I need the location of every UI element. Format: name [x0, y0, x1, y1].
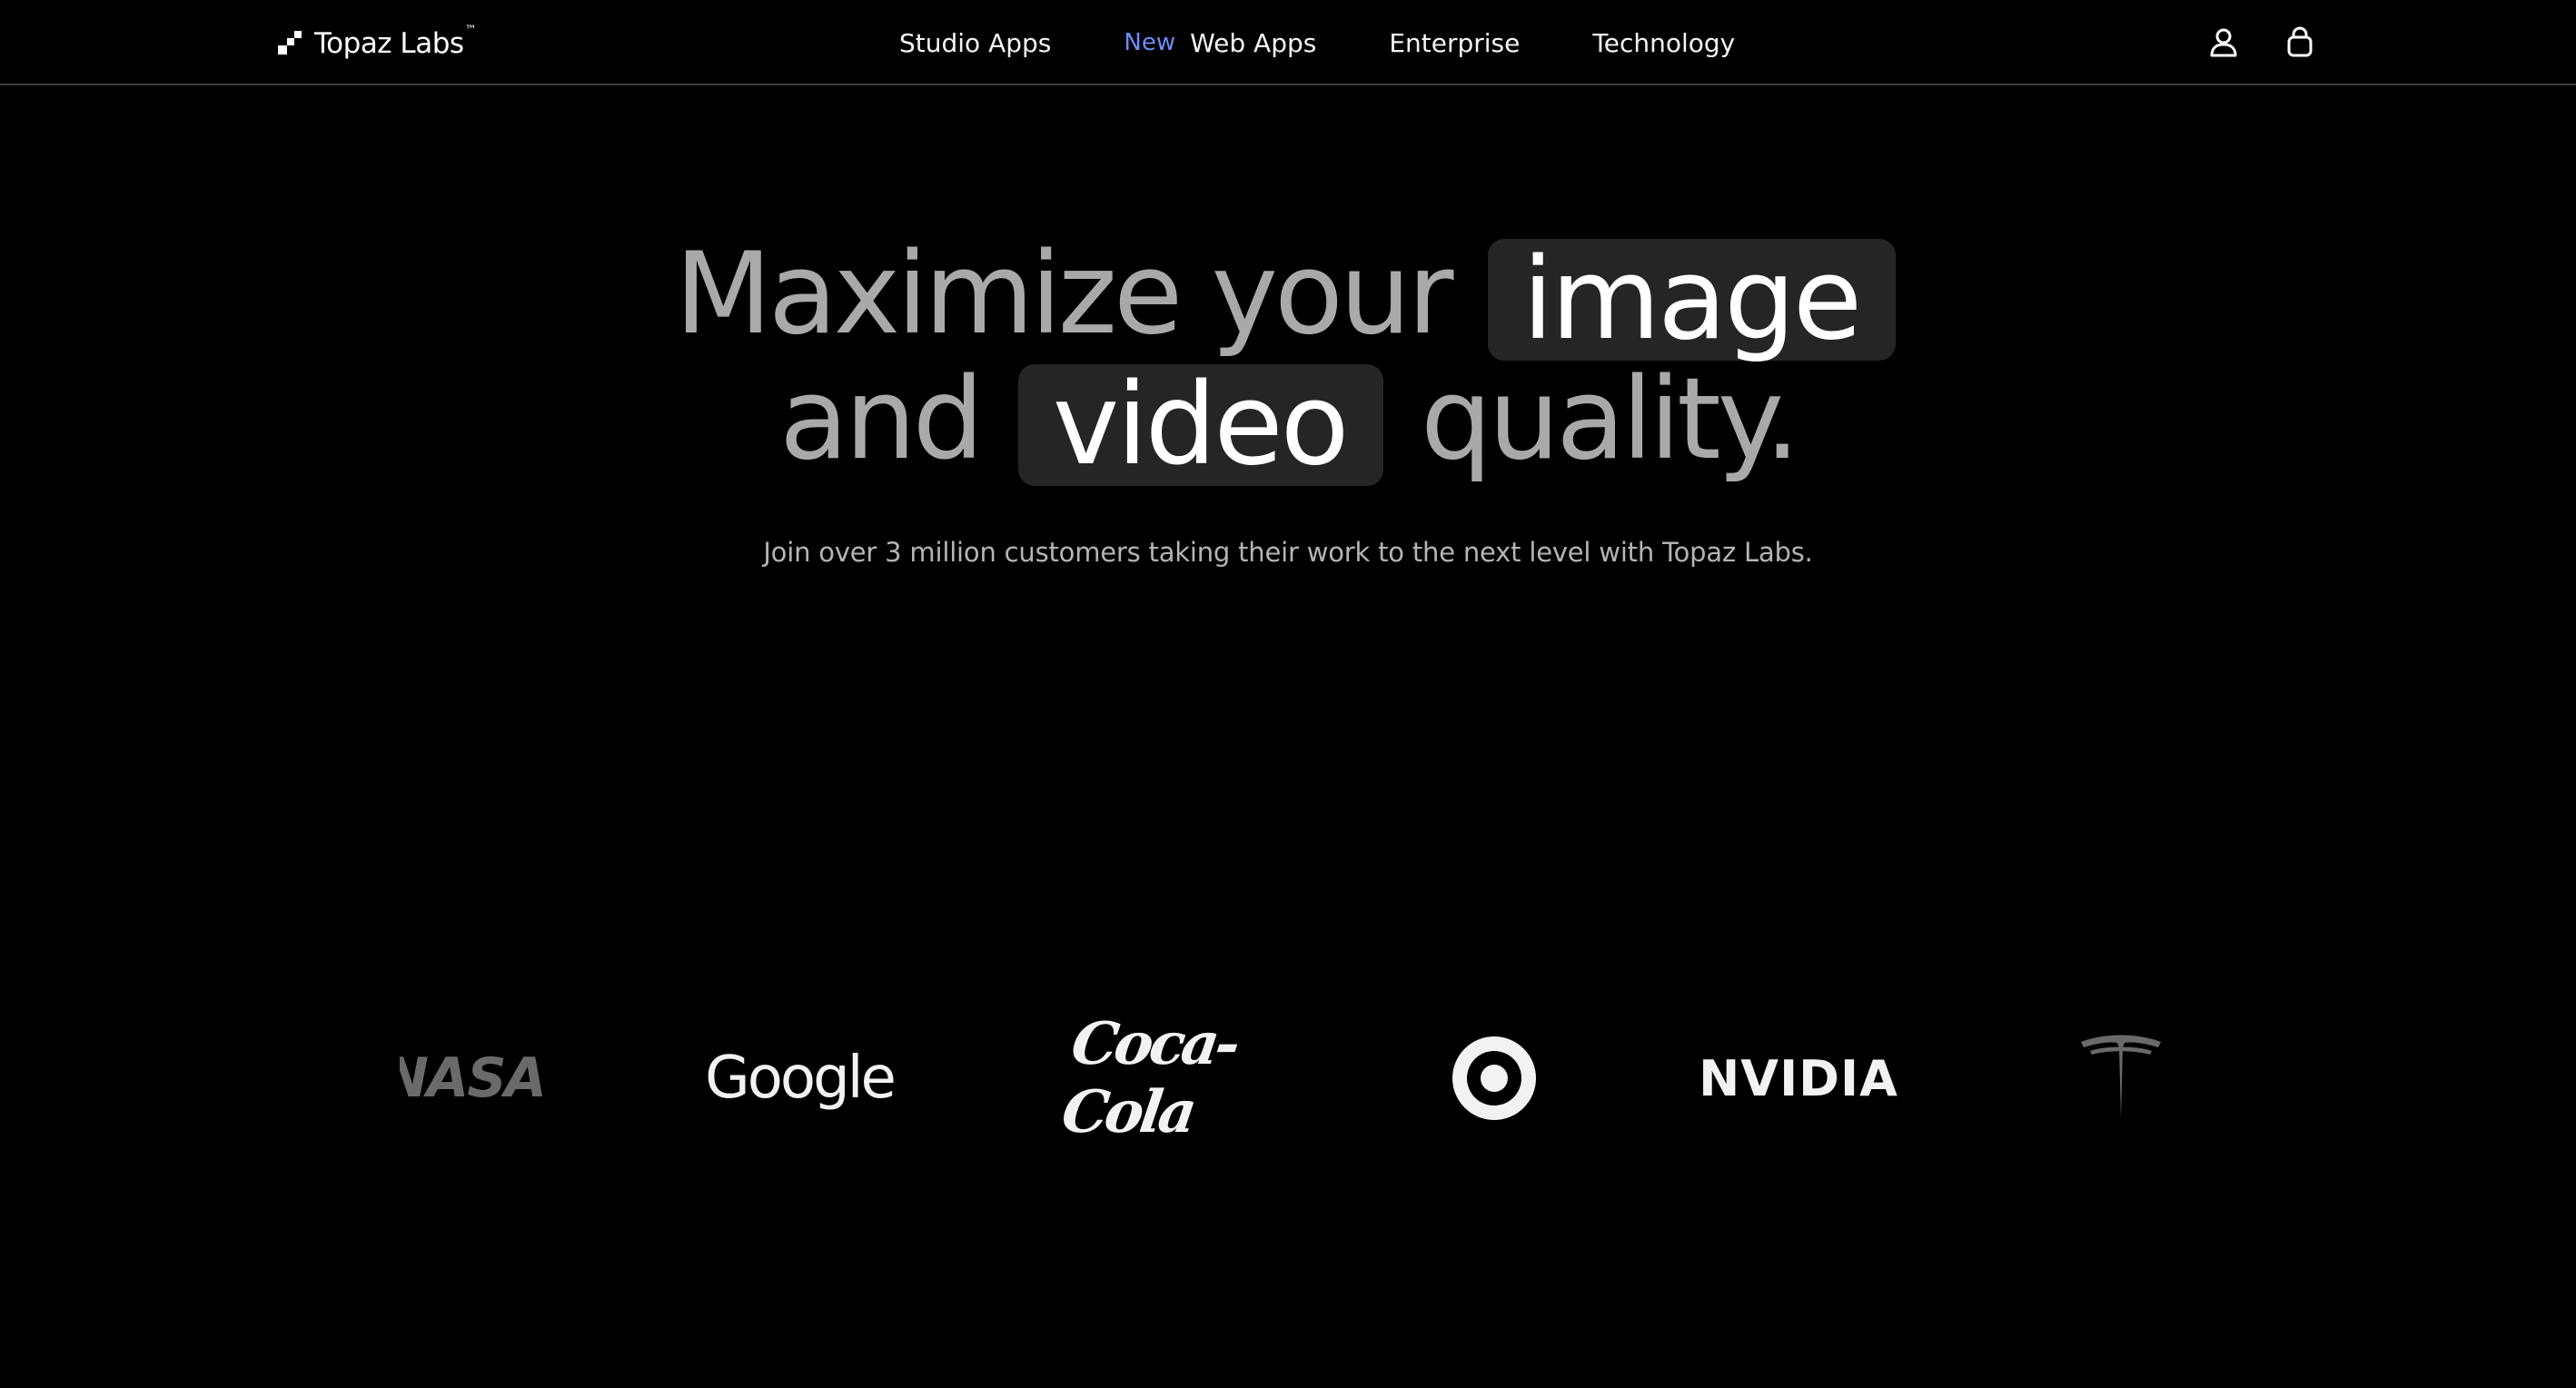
nav-studio-apps-label: Studio Apps: [899, 27, 1052, 58]
topaz-logo-icon: [278, 31, 302, 55]
headline-line-1: Maximize your image: [0, 229, 2576, 361]
new-badge: New: [1124, 29, 1176, 56]
headline-text: quality.: [1420, 354, 1800, 485]
nav-technology-label: Technology: [1592, 27, 1736, 58]
nav-studio-apps[interactable]: Studio Apps: [899, 28, 1051, 58]
nvidia-logo: NVIDIA: [1699, 1049, 1898, 1107]
headline-line-2: and video quality.: [0, 354, 2576, 486]
nav-technology[interactable]: Technology: [1592, 28, 1735, 58]
hero-subtitle: Join over 3 million customers taking the…: [763, 537, 1813, 568]
account-button[interactable]: [2205, 24, 2242, 60]
coca-cola-logo: Coca-Cola: [1057, 1010, 1242, 1146]
page: Topaz Labs™ Studio Apps New Web Apps Ent…: [0, 0, 2576, 1388]
cart-icon: [2287, 26, 2313, 57]
nav-web-apps[interactable]: New Web Apps: [1124, 28, 1316, 58]
headline-text: Maximize your: [674, 229, 1454, 360]
headline-text: and: [779, 354, 984, 485]
account-icon: [2210, 28, 2237, 57]
logo-text: Topaz Labs™: [314, 24, 477, 60]
tesla-icon: [2081, 1035, 2161, 1118]
nav-enterprise-label: Enterprise: [1389, 27, 1521, 58]
cart-button[interactable]: [2282, 24, 2318, 60]
top-nav: Topaz Labs™ Studio Apps New Web Apps Ent…: [0, 0, 2576, 85]
target-icon: [1452, 1036, 1536, 1120]
main-menu: Studio Apps New Web Apps Enterprise Tech…: [899, 22, 1735, 64]
customer-logos: NASA Google Coca-Cola NVIDIA: [400, 1010, 2176, 1146]
nav-web-apps-label: Web Apps: [1190, 27, 1317, 58]
highlight-video: video: [1017, 364, 1383, 486]
nasa-logo: NASA: [400, 1046, 545, 1110]
google-logo: Google: [705, 1045, 897, 1112]
nav-enterprise[interactable]: Enterprise: [1389, 28, 1520, 58]
hero-headline: Maximize your image and video quality.: [0, 229, 2576, 486]
target-logo: [1444, 1028, 1544, 1128]
hero: Maximize your image and video quality. J…: [0, 232, 2576, 568]
tesla-logo: [2071, 1028, 2171, 1128]
nav-actions: [2205, 24, 2318, 60]
topaz-labs-logo[interactable]: Topaz Labs™: [278, 24, 477, 62]
highlight-image: image: [1487, 239, 1897, 361]
